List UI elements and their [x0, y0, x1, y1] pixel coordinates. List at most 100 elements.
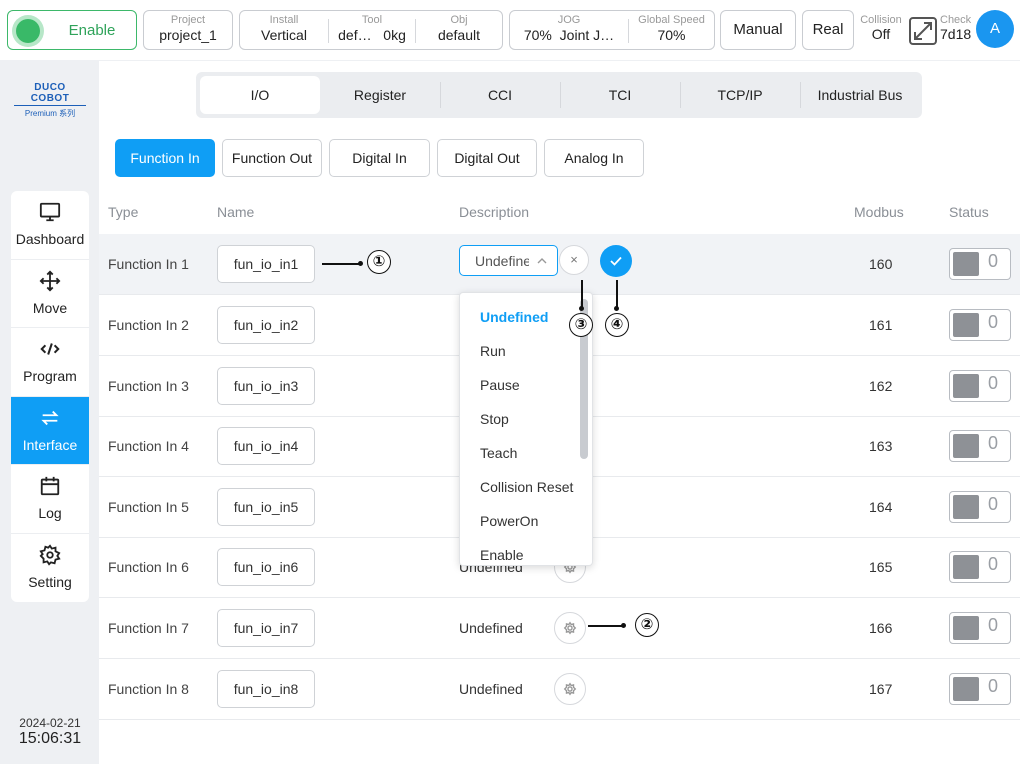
- real-mode-button[interactable]: Real: [802, 10, 854, 50]
- sidebar-item-label: Program: [23, 368, 77, 384]
- callout-4: ④: [605, 313, 629, 337]
- sidebar-item-label: Log: [38, 505, 62, 521]
- modbus-value: 161: [869, 317, 893, 333]
- tab-industrial-bus[interactable]: Industrial Bus: [800, 76, 920, 114]
- obj-label: Obj: [450, 14, 468, 26]
- status-indicator: 0: [949, 551, 1011, 583]
- name-input[interactable]: fun_io_in6: [217, 548, 315, 586]
- modbus-value: 164: [869, 499, 893, 515]
- header-description: Description: [459, 204, 530, 220]
- row-type: Function In 7: [108, 620, 189, 636]
- sidebar-item-label: Interface: [22, 436, 78, 453]
- select-value: Undefined: [475, 253, 529, 269]
- dropdown-option-poweron[interactable]: PowerOn: [480, 513, 538, 529]
- global-speed-value: 70%: [657, 27, 686, 43]
- callout-2: ②: [635, 613, 659, 637]
- project-selector[interactable]: Project project_1: [143, 10, 233, 50]
- name-input[interactable]: fun_io_in7: [217, 609, 315, 647]
- name-input[interactable]: fun_io_in8: [217, 670, 315, 708]
- calendar-icon: [11, 475, 89, 499]
- status-indicator: 0: [949, 491, 1011, 523]
- sidebar-item-setting[interactable]: Setting: [11, 534, 89, 603]
- sidebar-item-move[interactable]: Move: [11, 260, 89, 328]
- obj-value: default: [437, 27, 481, 43]
- table-header: Type Name Description Modbus Status: [99, 191, 1020, 233]
- system-clock: 2024-02-21 15:06:31: [0, 716, 100, 748]
- tab-register[interactable]: Register: [320, 76, 440, 114]
- confirm-button[interactable]: [600, 245, 632, 277]
- name-input[interactable]: fun_io_in4: [217, 427, 315, 465]
- subtab-digital-out[interactable]: Digital Out: [437, 139, 537, 177]
- gear-icon: [563, 682, 577, 696]
- sidebar-item-program[interactable]: Program: [11, 328, 89, 397]
- tool-label: Tool: [361, 14, 383, 26]
- subtab-function-out[interactable]: Function Out: [222, 139, 322, 177]
- row-type: Function In 8: [108, 681, 189, 697]
- manual-mode-button[interactable]: Manual: [720, 10, 796, 50]
- row-type: Function In 3: [108, 378, 189, 394]
- tab-io[interactable]: I/O: [200, 76, 320, 114]
- table-row: Function In 1 fun_io_in1 Undefined × 160…: [99, 234, 1020, 295]
- name-input[interactable]: fun_io_in3: [217, 367, 315, 405]
- cancel-button[interactable]: ×: [559, 245, 589, 275]
- callout-3: ③: [569, 313, 593, 337]
- enable-button[interactable]: Enable: [7, 10, 137, 50]
- subtab-function-in[interactable]: Function In: [115, 139, 215, 177]
- header-status: Status: [949, 204, 989, 220]
- table-row: Function In 7 fun_io_in7 Undefined 166 0: [99, 598, 1020, 659]
- date-text: 2024-02-21: [19, 716, 81, 730]
- dropdown-option-teach[interactable]: Teach: [480, 445, 517, 461]
- time-text: 15:06:31: [18, 730, 82, 747]
- header-name: Name: [217, 204, 255, 220]
- top-tabs: I/O Register CCI TCI TCP/IP Industrial B…: [196, 72, 922, 118]
- project-label: Project: [170, 14, 206, 26]
- modbus-value: 167: [869, 681, 893, 697]
- gear-icon: [563, 621, 577, 635]
- install-label: Install: [269, 14, 299, 26]
- sidebar-item-label: Setting: [28, 573, 72, 590]
- code-icon: [11, 338, 89, 362]
- edit-description-button[interactable]: [554, 612, 586, 644]
- expand-icon[interactable]: [909, 17, 937, 45]
- tab-cci[interactable]: CCI: [440, 76, 560, 114]
- dropdown-option-pause[interactable]: Pause: [480, 377, 520, 393]
- modbus-value: 160: [869, 256, 893, 272]
- duco-logo: DUCO COBOT Premium 系列: [14, 82, 86, 119]
- user-avatar[interactable]: A: [976, 10, 1014, 48]
- check-label: Check: [940, 14, 972, 26]
- project-value: project_1: [159, 27, 217, 43]
- install-tool-obj-selector[interactable]: Install Vertical Tool def… 0kg Obj defau…: [239, 10, 503, 50]
- sidebar-item-log[interactable]: Log: [11, 465, 89, 534]
- jog-speed-selector[interactable]: JOG 70% Joint J… Global Speed 70%: [509, 10, 715, 50]
- sidebar-item-interface[interactable]: Interface: [11, 396, 89, 465]
- tab-tci[interactable]: TCI: [560, 76, 680, 114]
- subtab-digital-in[interactable]: Digital In: [329, 139, 430, 177]
- check-status: Check 7d18: [940, 10, 976, 50]
- subtab-analog-in[interactable]: Analog In: [544, 139, 644, 177]
- row-type: Function In 4: [108, 438, 189, 454]
- header-type: Type: [108, 204, 139, 220]
- description-select[interactable]: Undefined: [459, 245, 558, 276]
- dropdown-option-enable[interactable]: Enable: [480, 547, 524, 563]
- enable-status-icon: [16, 19, 40, 43]
- modbus-value: 162: [869, 378, 893, 394]
- collision-label: Collision: [860, 14, 902, 26]
- dropdown-option-stop[interactable]: Stop: [480, 411, 509, 427]
- sidebar-item-dashboard[interactable]: Dashboard: [11, 191, 89, 260]
- main-panel: I/O Register CCI TCI TCP/IP Industrial B…: [99, 61, 1020, 764]
- status-indicator: 0: [949, 430, 1011, 462]
- top-bar: Enable Project project_1 Install Vertica…: [0, 0, 1020, 60]
- edit-description-button[interactable]: [554, 673, 586, 705]
- name-input[interactable]: fun_io_in1: [217, 245, 315, 283]
- dropdown-option-undefined[interactable]: Undefined: [480, 309, 548, 325]
- enable-label: Enable: [68, 22, 116, 39]
- install-value: Vertical: [261, 27, 307, 43]
- dropdown-option-run[interactable]: Run: [480, 343, 506, 359]
- collision-value: Off: [871, 26, 891, 42]
- manual-label: Manual: [733, 21, 783, 38]
- dropdown-option-collision-reset[interactable]: Collision Reset: [480, 479, 573, 495]
- tab-tcp-ip[interactable]: TCP/IP: [680, 76, 800, 114]
- name-input[interactable]: fun_io_in2: [217, 306, 315, 344]
- jog-value: 70% Joint J…: [523, 27, 615, 43]
- name-input[interactable]: fun_io_in5: [217, 488, 315, 526]
